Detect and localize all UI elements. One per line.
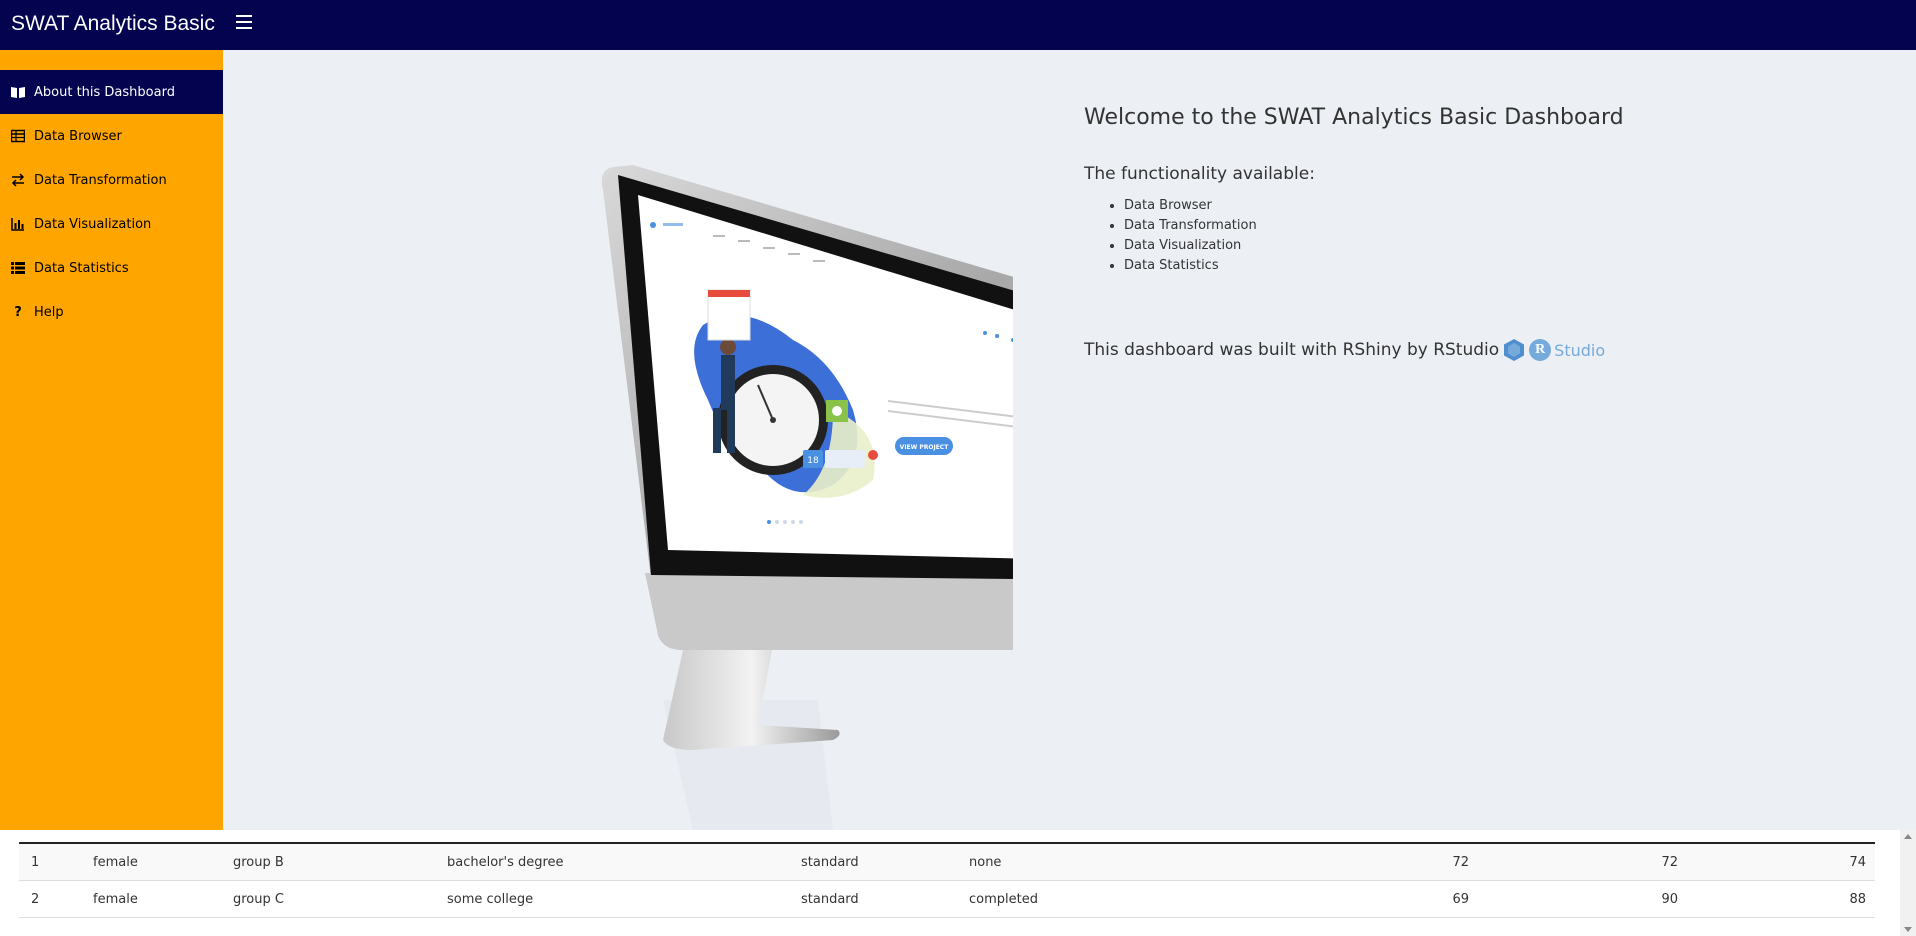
list-item: Data Statistics (1124, 256, 1624, 276)
cell-math: 72 (1452, 855, 1469, 870)
cell-group: group B (233, 855, 284, 870)
bar-chart-icon (11, 217, 25, 231)
rstudio-logo-r: R (1529, 339, 1552, 361)
vertical-scrollbar[interactable] (1900, 830, 1916, 936)
cell-math: 69 (1452, 892, 1469, 907)
exchange-icon (11, 173, 25, 187)
sidebar-item-about[interactable]: About this Dashboard (0, 70, 223, 114)
cell-group: group C (233, 892, 284, 907)
cell-lunch: standard (801, 855, 859, 870)
table-icon (11, 129, 25, 143)
sidebar-item-label: About this Dashboard (34, 84, 175, 100)
sidebar-item-data-browser[interactable]: Data Browser (0, 114, 223, 158)
scroll-down-arrow-icon[interactable] (1904, 927, 1912, 932)
top-navbar: SWAT Analytics Basic (0, 0, 1916, 50)
sidebar: About this Dashboard Data Browser Data T… (0, 50, 223, 830)
data-table: 1 female group B bachelor's degree stand… (0, 830, 1900, 936)
built-with-text: This dashboard was built with RShiny by … (1084, 340, 1500, 360)
cell-education: some college (447, 892, 534, 907)
cell-gender: female (93, 855, 138, 870)
welcome-panel: Welcome to the SWAT Analytics Basic Dash… (1084, 105, 1624, 362)
list-item: Data Browser (1124, 196, 1624, 216)
cell-id: 1 (31, 855, 40, 870)
cell-education: bachelor's degree (447, 855, 564, 870)
app-title: SWAT Analytics Basic (11, 12, 215, 35)
cell-gender: female (93, 892, 138, 907)
cell-id: 2 (31, 892, 40, 907)
cell-reading: 72 (1661, 855, 1678, 870)
main-content: 18 VIEW PROJECT Welcome to the SWAT Anal… (223, 50, 1916, 830)
sidebar-item-label: Data Visualization (34, 216, 152, 232)
functionality-heading: The functionality available: (1084, 164, 1315, 184)
sidebar-item-help[interactable]: ? Help (0, 290, 223, 334)
question-icon: ? (14, 304, 22, 320)
sidebar-item-label: Data Statistics (34, 260, 129, 276)
sidebar-item-data-statistics[interactable]: Data Statistics (0, 246, 223, 290)
list-icon (11, 261, 25, 275)
sidebar-item-label: Data Transformation (34, 172, 167, 188)
sidebar-item-label: Help (34, 304, 64, 320)
shiny-logo-icon (1504, 339, 1525, 361)
logos: R Studio (1503, 338, 1605, 362)
cell-prep: completed (969, 892, 1038, 907)
table-row[interactable]: 1 female group B bachelor's degree stand… (19, 844, 1875, 881)
hamburger-icon[interactable] (236, 15, 252, 33)
cell-reading: 90 (1661, 892, 1678, 907)
sidebar-item-data-visualization[interactable]: Data Visualization (0, 202, 223, 246)
screen-cta: VIEW PROJECT (900, 444, 950, 451)
cell-writing: 74 (1849, 855, 1866, 870)
rstudio-logo: R Studio (1529, 339, 1605, 361)
rstudio-logo-text: Studio (1554, 340, 1606, 360)
sidebar-item-label: Data Browser (34, 128, 122, 144)
scroll-up-arrow-icon[interactable] (1904, 834, 1912, 839)
book-icon (11, 85, 25, 99)
screen-badge: 18 (807, 456, 819, 466)
functionality-list: Data Browser Data Transformation Data Vi… (1084, 196, 1624, 276)
page-title: Welcome to the SWAT Analytics Basic Dash… (1084, 105, 1624, 130)
cell-writing: 88 (1849, 892, 1866, 907)
sidebar-item-data-transformation[interactable]: Data Transformation (0, 158, 223, 202)
cell-prep: none (969, 855, 1002, 870)
monitor-illustration: 18 VIEW PROJECT (601, 165, 1013, 830)
table-row[interactable]: 2 female group C some college standard c… (19, 881, 1875, 918)
list-item: Data Transformation (1124, 216, 1624, 236)
list-item: Data Visualization (1124, 236, 1624, 256)
built-with-line: This dashboard was built with RShiny by … (1084, 338, 1624, 362)
cell-lunch: standard (801, 892, 859, 907)
